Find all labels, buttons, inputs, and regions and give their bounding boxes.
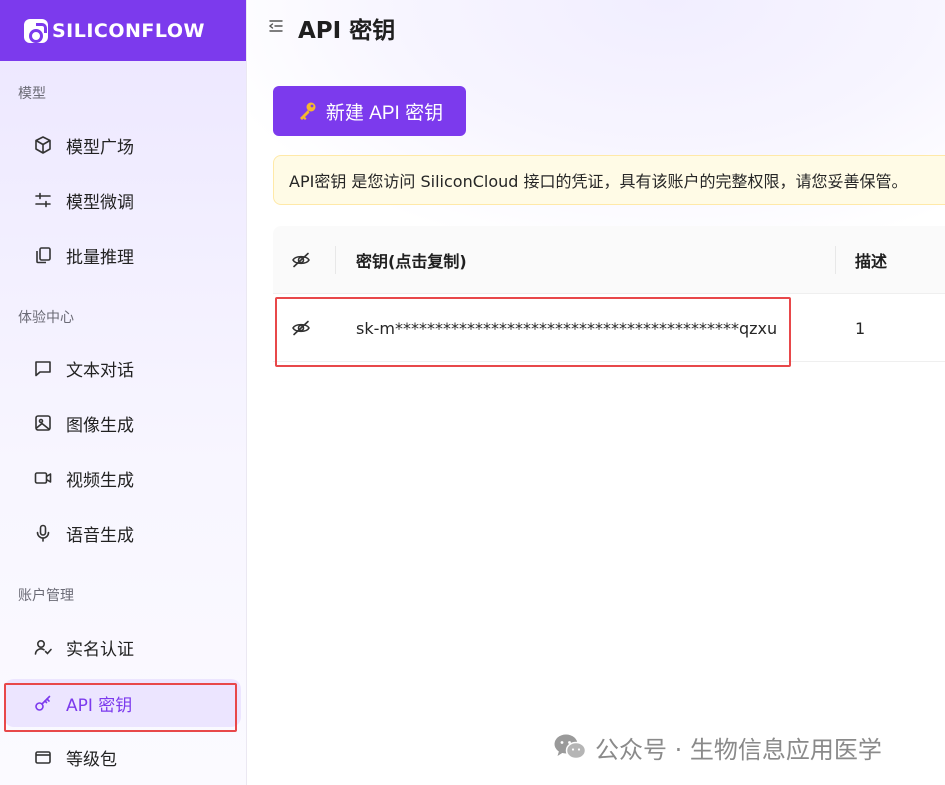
sidebar-item-label: 文本对话 (66, 360, 134, 381)
new-api-key-label: 新建 API 密钥 (325, 102, 444, 124)
page-title: API 密钥 (298, 18, 396, 44)
new-api-key-button[interactable]: 新建 API 密钥 (273, 86, 466, 136)
sidebar-item-label: 视频生成 (66, 470, 134, 491)
toggle-visibility-icon[interactable] (291, 294, 311, 362)
notice-text: API密钥 是您访问 SiliconCloud 接口的凭证，具有该账户的完整权限… (289, 172, 908, 191)
wechat-watermark: 公众号 · 生物信息应用医学 (553, 730, 882, 764)
cube-icon (33, 135, 53, 155)
sidebar-item-label: 模型微调 (66, 192, 134, 213)
sidebar-item-text-chat[interactable]: 文本对话 (4, 344, 241, 392)
sidebar-item-speech-generation[interactable]: 语音生成 (4, 509, 241, 557)
wallet-icon (33, 747, 53, 767)
main-content: API 密钥 新建 API 密钥 API密钥 是您访问 SiliconCloud… (248, 0, 945, 785)
wechat-icon (553, 733, 587, 761)
sidebar-section-models: 模型 (18, 86, 46, 102)
image-icon (33, 413, 53, 433)
video-camera-icon (33, 468, 53, 488)
watermark-text: 公众号 · 生物信息应用医学 (595, 735, 882, 764)
api-key-value[interactable]: sk-m************************************… (356, 294, 777, 362)
sidebar-item-label: 模型广场 (66, 137, 134, 158)
user-check-icon (33, 637, 53, 657)
sidebar-section-experience: 体验中心 (18, 310, 74, 326)
column-header-key: 密钥(点击复制) (356, 252, 467, 271)
column-divider (335, 246, 336, 274)
sidebar-section-account: 账户管理 (18, 588, 74, 604)
sidebar-item-label: 批量推理 (66, 247, 134, 268)
brand-logo-text: SILICONFLOW (52, 19, 205, 42)
sidebar-item-label: 语音生成 (66, 525, 134, 546)
api-keys-table: 密钥(点击复制) 描述 sk-m************************… (273, 226, 945, 362)
column-header-description: 描述 (855, 252, 888, 271)
brand-logo[interactable]: SILICONFLOW (0, 0, 246, 61)
column-divider (835, 246, 836, 274)
toggle-visibility-all-icon[interactable] (291, 226, 311, 294)
sidebar-item-image-generation[interactable]: 图像生成 (4, 399, 241, 447)
key-icon (33, 693, 53, 713)
sidebar-item-label: 实名认证 (66, 639, 134, 660)
chat-bubble-icon (33, 358, 53, 378)
sidebar: SILICONFLOW 模型 模型广场 模型微调 批量推理 体验中心 文本对话 … (0, 0, 247, 785)
sidebar-item-label: 等级包 (66, 749, 117, 770)
sidebar-item-label: API 密钥 (66, 695, 133, 716)
siliconflow-logo-icon (24, 18, 48, 43)
sidebar-item-real-name-auth[interactable]: 实名认证 (4, 623, 241, 671)
copy-stack-icon (33, 245, 53, 265)
microphone-icon (33, 523, 53, 543)
sidebar-item-model-square[interactable]: 模型广场 (4, 121, 241, 169)
sliders-icon (33, 190, 53, 210)
api-key-description: 1 (855, 318, 866, 338)
sidebar-item-tier-package[interactable]: 等级包 (4, 733, 241, 781)
table-header: 密钥(点击复制) 描述 (273, 226, 945, 294)
key-emoji-icon (296, 100, 318, 122)
sidebar-item-batch-inference[interactable]: 批量推理 (4, 231, 241, 279)
sidebar-item-video-generation[interactable]: 视频生成 (4, 454, 241, 502)
api-key-notice: API密钥 是您访问 SiliconCloud 接口的凭证，具有该账户的完整权限… (273, 155, 945, 205)
table-row: sk-m************************************… (273, 294, 945, 362)
sidebar-item-api-keys[interactable]: API 密钥 (4, 679, 241, 727)
sidebar-item-fine-tune[interactable]: 模型微调 (4, 176, 241, 224)
sidebar-item-label: 图像生成 (66, 415, 134, 436)
menu-collapse-icon[interactable] (268, 18, 284, 34)
